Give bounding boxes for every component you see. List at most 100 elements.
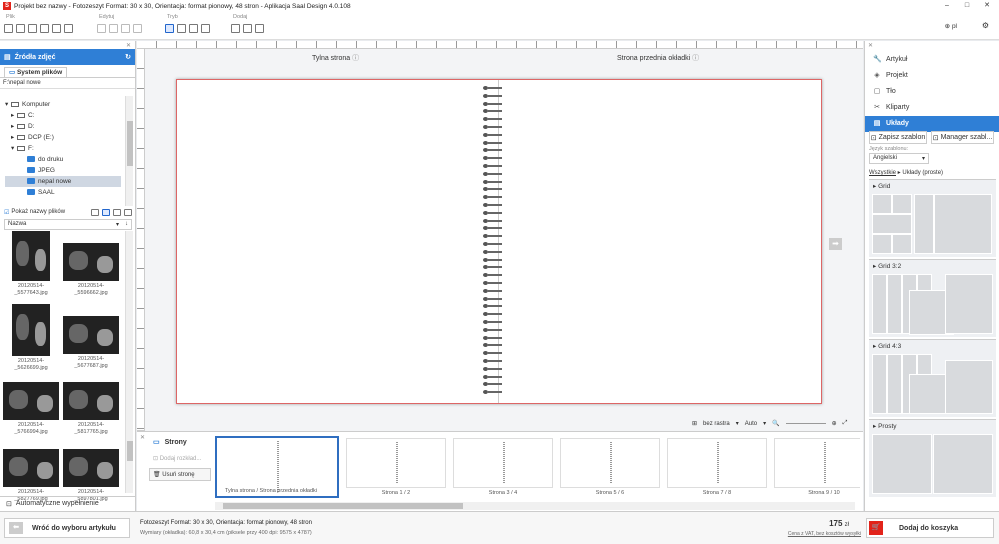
maximize-button[interactable]: □ xyxy=(957,0,977,12)
language-selector[interactable]: ⊕ pl xyxy=(945,22,957,30)
redo-icon[interactable] xyxy=(109,24,118,33)
autofill-button[interactable]: ⊡ Automatyczne wypełnienie xyxy=(0,496,135,510)
save-template-button[interactable]: ⊡ Zapisz szablon xyxy=(869,131,927,144)
photo-thumbnail[interactable]: 20120514- _5577643.jpg xyxy=(3,231,59,297)
photo-thumbnail[interactable]: 20120514- _5626699.jpg xyxy=(3,304,59,372)
close-button[interactable]: ✕ xyxy=(977,0,997,12)
menu-item-kliparty[interactable]: ✂ Kliparty xyxy=(865,100,999,116)
layout-thumb[interactable] xyxy=(892,194,912,214)
page-thumbnail[interactable] xyxy=(667,438,767,488)
add-to-cart-button[interactable]: 🛒 Dodaj do koszyka xyxy=(866,518,994,538)
view-large-icon[interactable] xyxy=(91,208,99,216)
view-list-icon[interactable] xyxy=(124,208,132,216)
select-pointer-icon[interactable] xyxy=(165,24,174,33)
tree-item[interactable]: JPEG xyxy=(5,165,121,176)
save-icon[interactable] xyxy=(28,24,37,33)
layout-thumb[interactable] xyxy=(914,194,934,254)
export-icon[interactable] xyxy=(52,24,61,33)
layout-thumb[interactable] xyxy=(945,360,993,414)
tree-item[interactable]: ▾ Komputer xyxy=(5,99,121,110)
page-thumbnail[interactable] xyxy=(560,438,660,488)
layout-thumb[interactable] xyxy=(872,214,912,234)
thumbs-scrollbar[interactable] xyxy=(125,231,133,493)
section-title[interactable]: ▸ Grid 3:2 xyxy=(869,260,996,272)
tab-filesystem[interactable]: ▭ System plików xyxy=(4,67,68,77)
layout-thumb[interactable] xyxy=(945,274,993,334)
fit-screen-icon[interactable]: ⤢ xyxy=(843,420,848,427)
photo-thumbnail[interactable]: 20120514- _5766994.jpg xyxy=(3,382,59,436)
photo-thumbnail[interactable]: 20120514- _5827769.jpg xyxy=(3,449,59,503)
tree-item[interactable]: SAAL xyxy=(5,187,121,198)
section-title[interactable]: ▸ Grid 4:3 xyxy=(869,340,996,352)
sort-direction-icon[interactable]: ↓ xyxy=(125,221,128,228)
menu-item-projekt[interactable]: ◈ Projekt xyxy=(865,68,999,84)
info-icon[interactable]: ⓘ xyxy=(692,55,699,62)
tree-item[interactable]: ▸ D: xyxy=(5,121,121,132)
layout-thumb[interactable] xyxy=(872,434,932,494)
section-title[interactable]: ▸ Prosty xyxy=(869,420,996,432)
refresh-icon[interactable]: ↻ xyxy=(125,53,131,61)
tree-item[interactable]: ▸ DCP (E:) xyxy=(5,132,121,143)
photo-thumbnail[interactable]: 20120514- _5817765.jpg xyxy=(63,382,119,436)
menu-item-artykuł[interactable]: 🔧 Artykuł xyxy=(865,52,999,68)
add-text-icon[interactable] xyxy=(255,24,264,33)
add-frame-icon[interactable] xyxy=(243,24,252,33)
grid-select[interactable]: bez rastra xyxy=(703,421,730,427)
zoom-out-icon[interactable]: 🔍 xyxy=(772,420,779,427)
layout-thumb[interactable] xyxy=(872,194,892,214)
price-note-link[interactable]: Cena z VAT, bez kosztów wysyłki xyxy=(788,531,861,537)
tree-item[interactable]: do druku xyxy=(5,154,121,165)
panel-close-icon[interactable]: ✕ xyxy=(868,42,873,49)
view-medium-icon[interactable] xyxy=(102,208,110,216)
add-image-frame-icon[interactable] xyxy=(231,24,240,33)
photo-thumbnail[interactable]: 20120514- _5596662.jpg xyxy=(63,231,119,297)
layout-thumb[interactable] xyxy=(934,194,992,254)
view-small-icon[interactable] xyxy=(113,208,121,216)
page-thumbnail[interactable] xyxy=(774,438,860,488)
template-language-select[interactable]: Angielski ▾ xyxy=(869,153,929,164)
page-thumbnail[interactable] xyxy=(453,438,553,488)
open-file-icon[interactable] xyxy=(16,24,25,33)
show-names-checkbox[interactable]: ☑ xyxy=(4,209,9,216)
layout-thumb[interactable] xyxy=(933,434,993,494)
paste-icon[interactable] xyxy=(133,24,142,33)
panel-close-icon[interactable]: ✕ xyxy=(140,434,145,441)
page-thumbnail[interactable] xyxy=(346,438,446,488)
print-icon[interactable] xyxy=(64,24,73,33)
photo-thumbnail[interactable]: 20120514- _5677687.jpg xyxy=(63,304,119,370)
minimize-button[interactable]: – xyxy=(937,0,957,12)
pages-scrollbar[interactable] xyxy=(215,502,855,510)
photo-thumbnail[interactable]: 20120514- _5897801.jpg xyxy=(63,449,119,503)
panel-close-icon[interactable]: ✕ xyxy=(126,42,131,49)
layout-thumb[interactable] xyxy=(872,234,892,254)
add-spread-button[interactable]: ⊡ Dodaj rozkład... xyxy=(153,455,201,462)
section-title[interactable]: ▸ Grid xyxy=(869,180,996,192)
info-icon[interactable]: ⓘ xyxy=(352,55,359,62)
menu-item-układy[interactable]: ▤ Układy xyxy=(865,116,999,132)
tree-item[interactable]: ▸ C: xyxy=(5,110,121,121)
pages-scrollbar-thumb[interactable] xyxy=(223,503,463,509)
settings-gear-icon[interactable]: ⚙ xyxy=(982,21,989,30)
tree-item[interactable]: nepal nowe xyxy=(5,176,121,187)
preview-eye-icon[interactable] xyxy=(201,24,210,33)
save-as-icon[interactable] xyxy=(40,24,49,33)
new-file-icon[interactable] xyxy=(4,24,13,33)
zoom-select[interactable]: Auto xyxy=(745,421,757,427)
tree-scrollbar[interactable] xyxy=(125,96,133,206)
tree-scrollbar-thumb[interactable] xyxy=(127,121,133,166)
cover-spread[interactable] xyxy=(176,79,822,404)
zoom-in-icon[interactable]: ⊕ xyxy=(832,420,837,427)
layout-thumb[interactable] xyxy=(892,234,912,254)
next-page-arrow-icon[interactable]: ➡ xyxy=(829,238,842,250)
tree-item[interactable]: ▾ F: xyxy=(5,143,121,154)
hand-pan-icon[interactable] xyxy=(177,24,186,33)
menu-item-tło[interactable]: ▢ Tło xyxy=(865,84,999,100)
undo-icon[interactable] xyxy=(97,24,106,33)
sort-select[interactable]: Nazwa ▾ ↓ xyxy=(4,219,132,230)
copy-icon[interactable] xyxy=(121,24,130,33)
zoom-slider[interactable] xyxy=(785,423,826,424)
delete-page-button[interactable]: 🗑 Usuń stronę xyxy=(149,468,211,481)
zoom-icon[interactable] xyxy=(189,24,198,33)
template-manager-button[interactable]: ⊡ Manager szabl... xyxy=(931,131,994,144)
back-to-articles-button[interactable]: ⬅ Wróć do wyboru artykułu xyxy=(4,518,130,538)
